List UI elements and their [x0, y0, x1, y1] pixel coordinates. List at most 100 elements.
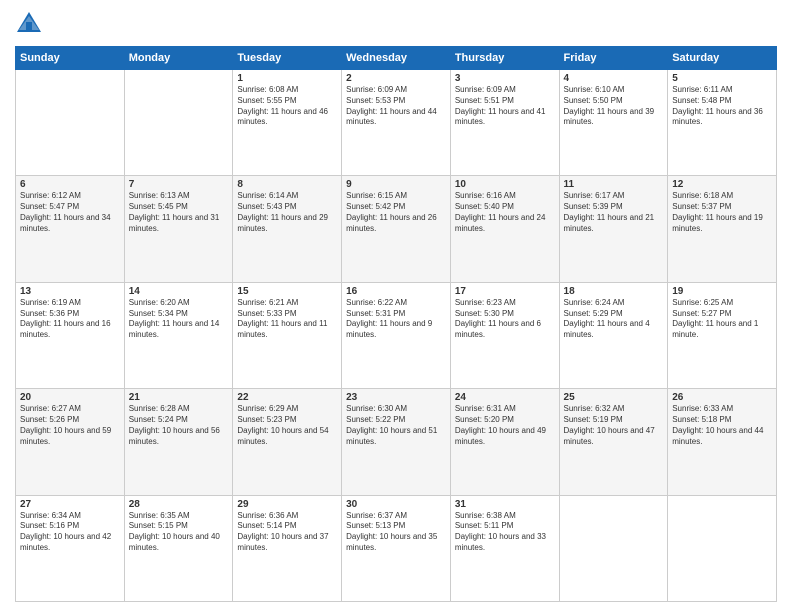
calendar-day-cell: 13Sunrise: 6:19 AMSunset: 5:36 PMDayligh…	[16, 282, 125, 388]
calendar-header-wednesday: Wednesday	[342, 47, 451, 70]
day-info: Sunrise: 6:10 AMSunset: 5:50 PMDaylight:…	[564, 85, 664, 128]
header	[15, 10, 777, 38]
calendar-day-cell: 15Sunrise: 6:21 AMSunset: 5:33 PMDayligh…	[233, 282, 342, 388]
day-info: Sunrise: 6:34 AMSunset: 5:16 PMDaylight:…	[20, 511, 120, 554]
day-info: Sunrise: 6:16 AMSunset: 5:40 PMDaylight:…	[455, 191, 555, 234]
day-info: Sunrise: 6:36 AMSunset: 5:14 PMDaylight:…	[237, 511, 337, 554]
calendar-day-cell: 11Sunrise: 6:17 AMSunset: 5:39 PMDayligh…	[559, 176, 668, 282]
calendar-day-cell: 1Sunrise: 6:08 AMSunset: 5:55 PMDaylight…	[233, 70, 342, 176]
day-info: Sunrise: 6:20 AMSunset: 5:34 PMDaylight:…	[129, 298, 229, 341]
day-info: Sunrise: 6:21 AMSunset: 5:33 PMDaylight:…	[237, 298, 337, 341]
day-number: 17	[455, 286, 555, 297]
calendar-header-tuesday: Tuesday	[233, 47, 342, 70]
calendar-week-row: 20Sunrise: 6:27 AMSunset: 5:26 PMDayligh…	[16, 389, 777, 495]
day-info: Sunrise: 6:31 AMSunset: 5:20 PMDaylight:…	[455, 404, 555, 447]
day-info: Sunrise: 6:13 AMSunset: 5:45 PMDaylight:…	[129, 191, 229, 234]
calendar-day-cell: 21Sunrise: 6:28 AMSunset: 5:24 PMDayligh…	[124, 389, 233, 495]
day-info: Sunrise: 6:18 AMSunset: 5:37 PMDaylight:…	[672, 191, 772, 234]
day-number: 1	[237, 73, 337, 84]
calendar-day-cell: 22Sunrise: 6:29 AMSunset: 5:23 PMDayligh…	[233, 389, 342, 495]
calendar-header-monday: Monday	[124, 47, 233, 70]
day-info: Sunrise: 6:19 AMSunset: 5:36 PMDaylight:…	[20, 298, 120, 341]
calendar-day-cell: 19Sunrise: 6:25 AMSunset: 5:27 PMDayligh…	[668, 282, 777, 388]
day-number: 15	[237, 286, 337, 297]
calendar-header-sunday: Sunday	[16, 47, 125, 70]
day-info: Sunrise: 6:17 AMSunset: 5:39 PMDaylight:…	[564, 191, 664, 234]
calendar-day-cell: 18Sunrise: 6:24 AMSunset: 5:29 PMDayligh…	[559, 282, 668, 388]
day-info: Sunrise: 6:15 AMSunset: 5:42 PMDaylight:…	[346, 191, 446, 234]
day-number: 14	[129, 286, 229, 297]
day-info: Sunrise: 6:08 AMSunset: 5:55 PMDaylight:…	[237, 85, 337, 128]
logo-icon	[15, 10, 43, 38]
day-number: 29	[237, 499, 337, 510]
day-info: Sunrise: 6:12 AMSunset: 5:47 PMDaylight:…	[20, 191, 120, 234]
day-number: 13	[20, 286, 120, 297]
day-info: Sunrise: 6:29 AMSunset: 5:23 PMDaylight:…	[237, 404, 337, 447]
day-number: 24	[455, 392, 555, 403]
day-info: Sunrise: 6:27 AMSunset: 5:26 PMDaylight:…	[20, 404, 120, 447]
day-info: Sunrise: 6:28 AMSunset: 5:24 PMDaylight:…	[129, 404, 229, 447]
calendar-day-cell: 4Sunrise: 6:10 AMSunset: 5:50 PMDaylight…	[559, 70, 668, 176]
calendar-week-row: 27Sunrise: 6:34 AMSunset: 5:16 PMDayligh…	[16, 495, 777, 601]
calendar-day-cell: 31Sunrise: 6:38 AMSunset: 5:11 PMDayligh…	[450, 495, 559, 601]
calendar-day-cell: 17Sunrise: 6:23 AMSunset: 5:30 PMDayligh…	[450, 282, 559, 388]
calendar-day-cell: 26Sunrise: 6:33 AMSunset: 5:18 PMDayligh…	[668, 389, 777, 495]
calendar-day-cell: 10Sunrise: 6:16 AMSunset: 5:40 PMDayligh…	[450, 176, 559, 282]
calendar-day-cell	[559, 495, 668, 601]
day-info: Sunrise: 6:37 AMSunset: 5:13 PMDaylight:…	[346, 511, 446, 554]
calendar-day-cell: 27Sunrise: 6:34 AMSunset: 5:16 PMDayligh…	[16, 495, 125, 601]
calendar-day-cell: 29Sunrise: 6:36 AMSunset: 5:14 PMDayligh…	[233, 495, 342, 601]
day-info: Sunrise: 6:14 AMSunset: 5:43 PMDaylight:…	[237, 191, 337, 234]
calendar-table: SundayMondayTuesdayWednesdayThursdayFrid…	[15, 46, 777, 602]
day-info: Sunrise: 6:24 AMSunset: 5:29 PMDaylight:…	[564, 298, 664, 341]
calendar-day-cell: 23Sunrise: 6:30 AMSunset: 5:22 PMDayligh…	[342, 389, 451, 495]
day-number: 8	[237, 179, 337, 190]
calendar-day-cell	[668, 495, 777, 601]
day-info: Sunrise: 6:11 AMSunset: 5:48 PMDaylight:…	[672, 85, 772, 128]
day-number: 30	[346, 499, 446, 510]
day-info: Sunrise: 6:23 AMSunset: 5:30 PMDaylight:…	[455, 298, 555, 341]
day-number: 16	[346, 286, 446, 297]
day-number: 25	[564, 392, 664, 403]
day-info: Sunrise: 6:32 AMSunset: 5:19 PMDaylight:…	[564, 404, 664, 447]
calendar-day-cell: 16Sunrise: 6:22 AMSunset: 5:31 PMDayligh…	[342, 282, 451, 388]
day-number: 20	[20, 392, 120, 403]
calendar-day-cell: 2Sunrise: 6:09 AMSunset: 5:53 PMDaylight…	[342, 70, 451, 176]
calendar-header-saturday: Saturday	[668, 47, 777, 70]
day-info: Sunrise: 6:22 AMSunset: 5:31 PMDaylight:…	[346, 298, 446, 341]
calendar-header-friday: Friday	[559, 47, 668, 70]
calendar-day-cell	[16, 70, 125, 176]
calendar-day-cell: 9Sunrise: 6:15 AMSunset: 5:42 PMDaylight…	[342, 176, 451, 282]
day-info: Sunrise: 6:09 AMSunset: 5:51 PMDaylight:…	[455, 85, 555, 128]
calendar-week-row: 6Sunrise: 6:12 AMSunset: 5:47 PMDaylight…	[16, 176, 777, 282]
day-number: 31	[455, 499, 555, 510]
calendar-day-cell	[124, 70, 233, 176]
calendar-day-cell: 20Sunrise: 6:27 AMSunset: 5:26 PMDayligh…	[16, 389, 125, 495]
calendar-day-cell: 30Sunrise: 6:37 AMSunset: 5:13 PMDayligh…	[342, 495, 451, 601]
day-number: 10	[455, 179, 555, 190]
calendar-day-cell: 12Sunrise: 6:18 AMSunset: 5:37 PMDayligh…	[668, 176, 777, 282]
day-number: 21	[129, 392, 229, 403]
calendar-day-cell: 6Sunrise: 6:12 AMSunset: 5:47 PMDaylight…	[16, 176, 125, 282]
calendar-week-row: 13Sunrise: 6:19 AMSunset: 5:36 PMDayligh…	[16, 282, 777, 388]
calendar-header-thursday: Thursday	[450, 47, 559, 70]
calendar-day-cell: 24Sunrise: 6:31 AMSunset: 5:20 PMDayligh…	[450, 389, 559, 495]
day-info: Sunrise: 6:38 AMSunset: 5:11 PMDaylight:…	[455, 511, 555, 554]
calendar-day-cell: 14Sunrise: 6:20 AMSunset: 5:34 PMDayligh…	[124, 282, 233, 388]
calendar-day-cell: 28Sunrise: 6:35 AMSunset: 5:15 PMDayligh…	[124, 495, 233, 601]
day-number: 11	[564, 179, 664, 190]
day-number: 28	[129, 499, 229, 510]
day-number: 27	[20, 499, 120, 510]
day-info: Sunrise: 6:09 AMSunset: 5:53 PMDaylight:…	[346, 85, 446, 128]
day-info: Sunrise: 6:33 AMSunset: 5:18 PMDaylight:…	[672, 404, 772, 447]
calendar-header-row: SundayMondayTuesdayWednesdayThursdayFrid…	[16, 47, 777, 70]
day-info: Sunrise: 6:35 AMSunset: 5:15 PMDaylight:…	[129, 511, 229, 554]
day-number: 4	[564, 73, 664, 84]
day-number: 9	[346, 179, 446, 190]
calendar-day-cell: 7Sunrise: 6:13 AMSunset: 5:45 PMDaylight…	[124, 176, 233, 282]
day-number: 22	[237, 392, 337, 403]
day-number: 2	[346, 73, 446, 84]
day-number: 6	[20, 179, 120, 190]
day-number: 3	[455, 73, 555, 84]
calendar-day-cell: 25Sunrise: 6:32 AMSunset: 5:19 PMDayligh…	[559, 389, 668, 495]
